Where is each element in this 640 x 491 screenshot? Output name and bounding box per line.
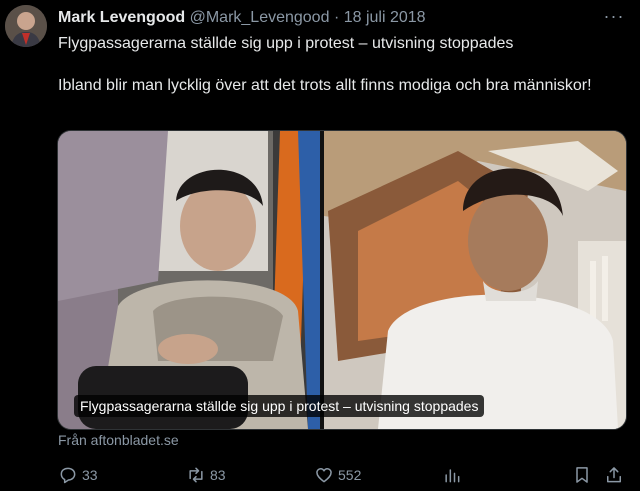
views-icon (445, 469, 460, 483)
link-card[interactable]: Flygpassagerarna ställde sig upp i prote… (57, 130, 627, 430)
share-button[interactable] (604, 462, 628, 488)
reply-count: 33 (82, 467, 98, 483)
bookmark-icon (576, 467, 588, 483)
author-handle[interactable]: @Mark_Levengood (190, 9, 330, 26)
tweet-header: Mark Levengood @Mark_Levengood · 18 juli… (58, 8, 610, 28)
avatar[interactable] (5, 5, 47, 47)
reply-button[interactable]: 33 (58, 462, 98, 488)
views-button[interactable] (442, 462, 466, 488)
card-image (58, 131, 626, 429)
share-icon (607, 467, 621, 483)
tweet-line-2: Ibland blir man lycklig över att det tro… (58, 77, 592, 94)
like-button[interactable]: 552 (314, 462, 361, 488)
profile-photo (5, 5, 47, 47)
repost-button[interactable]: 83 (186, 462, 226, 488)
like-count: 552 (338, 467, 362, 483)
card-source[interactable]: Från aftonbladet.se (58, 432, 179, 448)
tweet-line-1: Flygpassagerarna ställde sig upp i prote… (58, 35, 514, 52)
repost-icon (189, 467, 203, 483)
separator: · (333, 9, 340, 26)
heart-icon (316, 468, 332, 483)
more-icon[interactable]: ··· (602, 6, 626, 26)
author-name[interactable]: Mark Levengood (58, 9, 185, 26)
repost-count: 83 (210, 467, 226, 483)
tweet-date[interactable]: 18 juli 2018 (344, 9, 426, 26)
tweet-text: Flygpassagerarna ställde sig upp i prote… (58, 33, 618, 96)
bookmark-button[interactable] (572, 462, 596, 488)
action-bar: 33 83 552 (58, 462, 628, 488)
card-caption: Flygpassagerarna ställde sig upp i prote… (74, 395, 485, 417)
reply-icon (60, 467, 76, 484)
